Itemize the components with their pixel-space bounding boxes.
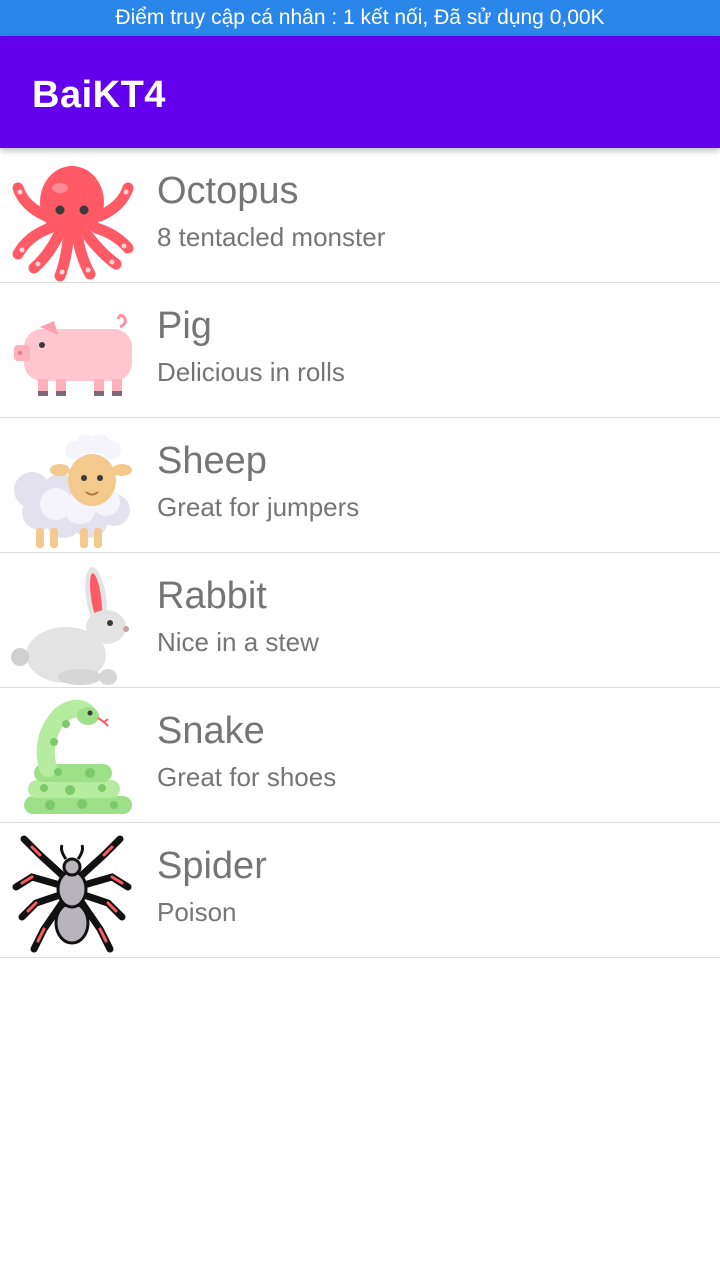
octopus-icon xyxy=(10,158,134,282)
list-item[interactable]: Spider Poison xyxy=(0,823,720,958)
animal-description: Poison xyxy=(157,897,237,927)
animal-name: Snake xyxy=(157,710,265,752)
animal-description: Great for shoes xyxy=(157,762,337,792)
animal-name: Rabbit xyxy=(157,575,267,617)
list-item[interactable]: Rabbit Nice in a stew xyxy=(0,553,720,688)
status-bar-text: Điểm truy cập cá nhân : 1 kết nối, Đã sử… xyxy=(115,6,605,29)
list-item[interactable]: Sheep Great for jumpers xyxy=(0,418,720,553)
animal-name: Spider xyxy=(157,845,267,887)
pig-icon xyxy=(10,293,134,417)
spider-icon xyxy=(10,833,134,957)
animal-description: Delicious in rolls xyxy=(157,357,345,387)
animal-list: Octopus 8 tentacled monster Pig Deliciou… xyxy=(0,148,720,958)
app-title: BaiKT4 xyxy=(32,74,166,116)
animal-description: 8 tentacled monster xyxy=(157,222,386,252)
animal-description: Nice in a stew xyxy=(157,627,319,657)
list-item[interactable]: Snake Great for shoes xyxy=(0,688,720,823)
snake-icon xyxy=(10,698,134,822)
list-item[interactable]: Pig Delicious in rolls xyxy=(0,283,720,418)
list-item[interactable]: Octopus 8 tentacled monster xyxy=(0,148,720,283)
animal-name: Pig xyxy=(157,305,212,347)
animal-name: Sheep xyxy=(157,440,267,482)
sheep-icon xyxy=(10,428,134,552)
animal-description: Great for jumpers xyxy=(157,492,360,522)
status-bar: Điểm truy cập cá nhân : 1 kết nối, Đã sử… xyxy=(0,0,720,36)
animal-name: Octopus xyxy=(157,170,299,212)
app-bar: BaiKT4 xyxy=(0,36,720,148)
rabbit-icon xyxy=(10,563,134,687)
